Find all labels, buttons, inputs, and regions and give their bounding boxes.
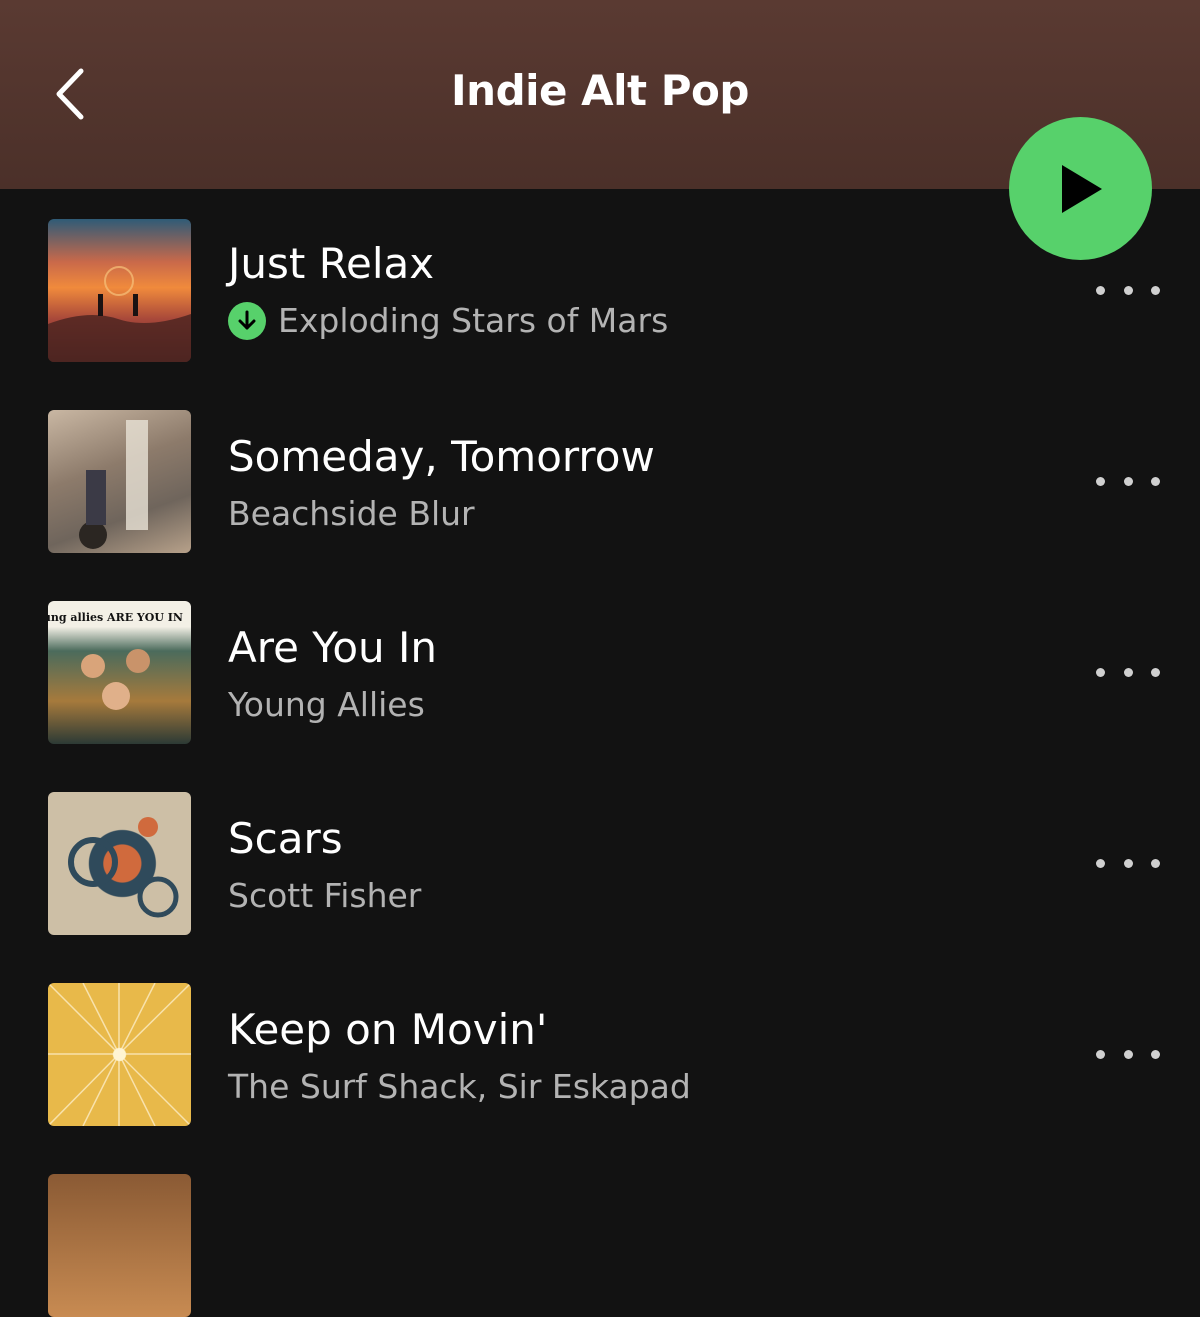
play-button[interactable] [1009,117,1152,260]
page-title: Indie Alt Pop [451,66,749,115]
track-title: Just Relax [228,239,435,288]
track-row[interactable]: Scars Scott Fisher [0,792,1200,935]
track-artist: The Surf Shack, Sir Eskapad [228,1067,691,1106]
track-row[interactable]: young allies ARE YOU IN Are You In Young… [0,601,1200,744]
album-art-text: young allies ARE YOU IN [48,611,183,624]
play-icon [1061,164,1102,213]
track-title: Scars [228,814,343,863]
more-icon [1096,1049,1105,1059]
album-art [48,1174,191,1317]
track-artist: Beachside Blur [228,494,475,533]
album-art: young allies ARE YOU IN [48,601,191,744]
album-art [48,410,191,553]
track-artist: Scott Fisher [228,876,422,915]
more-options-button[interactable] [1096,652,1160,692]
album-art [48,983,191,1126]
more-icon [1096,476,1105,486]
more-icon [1096,667,1105,677]
more-icon [1096,285,1105,295]
track-title: Someday, Tomorrow [228,432,655,481]
more-icon [1096,858,1105,868]
track-title: Keep on Movin' [228,1005,548,1054]
track-title: Are You In [228,623,438,672]
track-artist-line: Exploding Stars of Mars [228,301,668,340]
more-options-button[interactable] [1096,1034,1160,1074]
album-art [48,219,191,362]
track-row[interactable]: Just Relax Exploding Stars of Mars [0,219,1200,362]
track-row[interactable] [0,1174,1200,1317]
downloaded-icon [228,301,266,340]
more-options-button[interactable] [1096,843,1160,883]
track-row[interactable]: Keep on Movin' The Surf Shack, Sir Eskap… [0,983,1200,1126]
track-row[interactable]: Someday, Tomorrow Beachside Blur [0,410,1200,553]
track-artist: Exploding Stars of Mars [278,301,669,340]
more-options-button[interactable] [1096,461,1160,501]
more-options-button[interactable] [1096,270,1160,310]
album-art [48,792,191,935]
track-artist: Young Allies [228,685,425,724]
